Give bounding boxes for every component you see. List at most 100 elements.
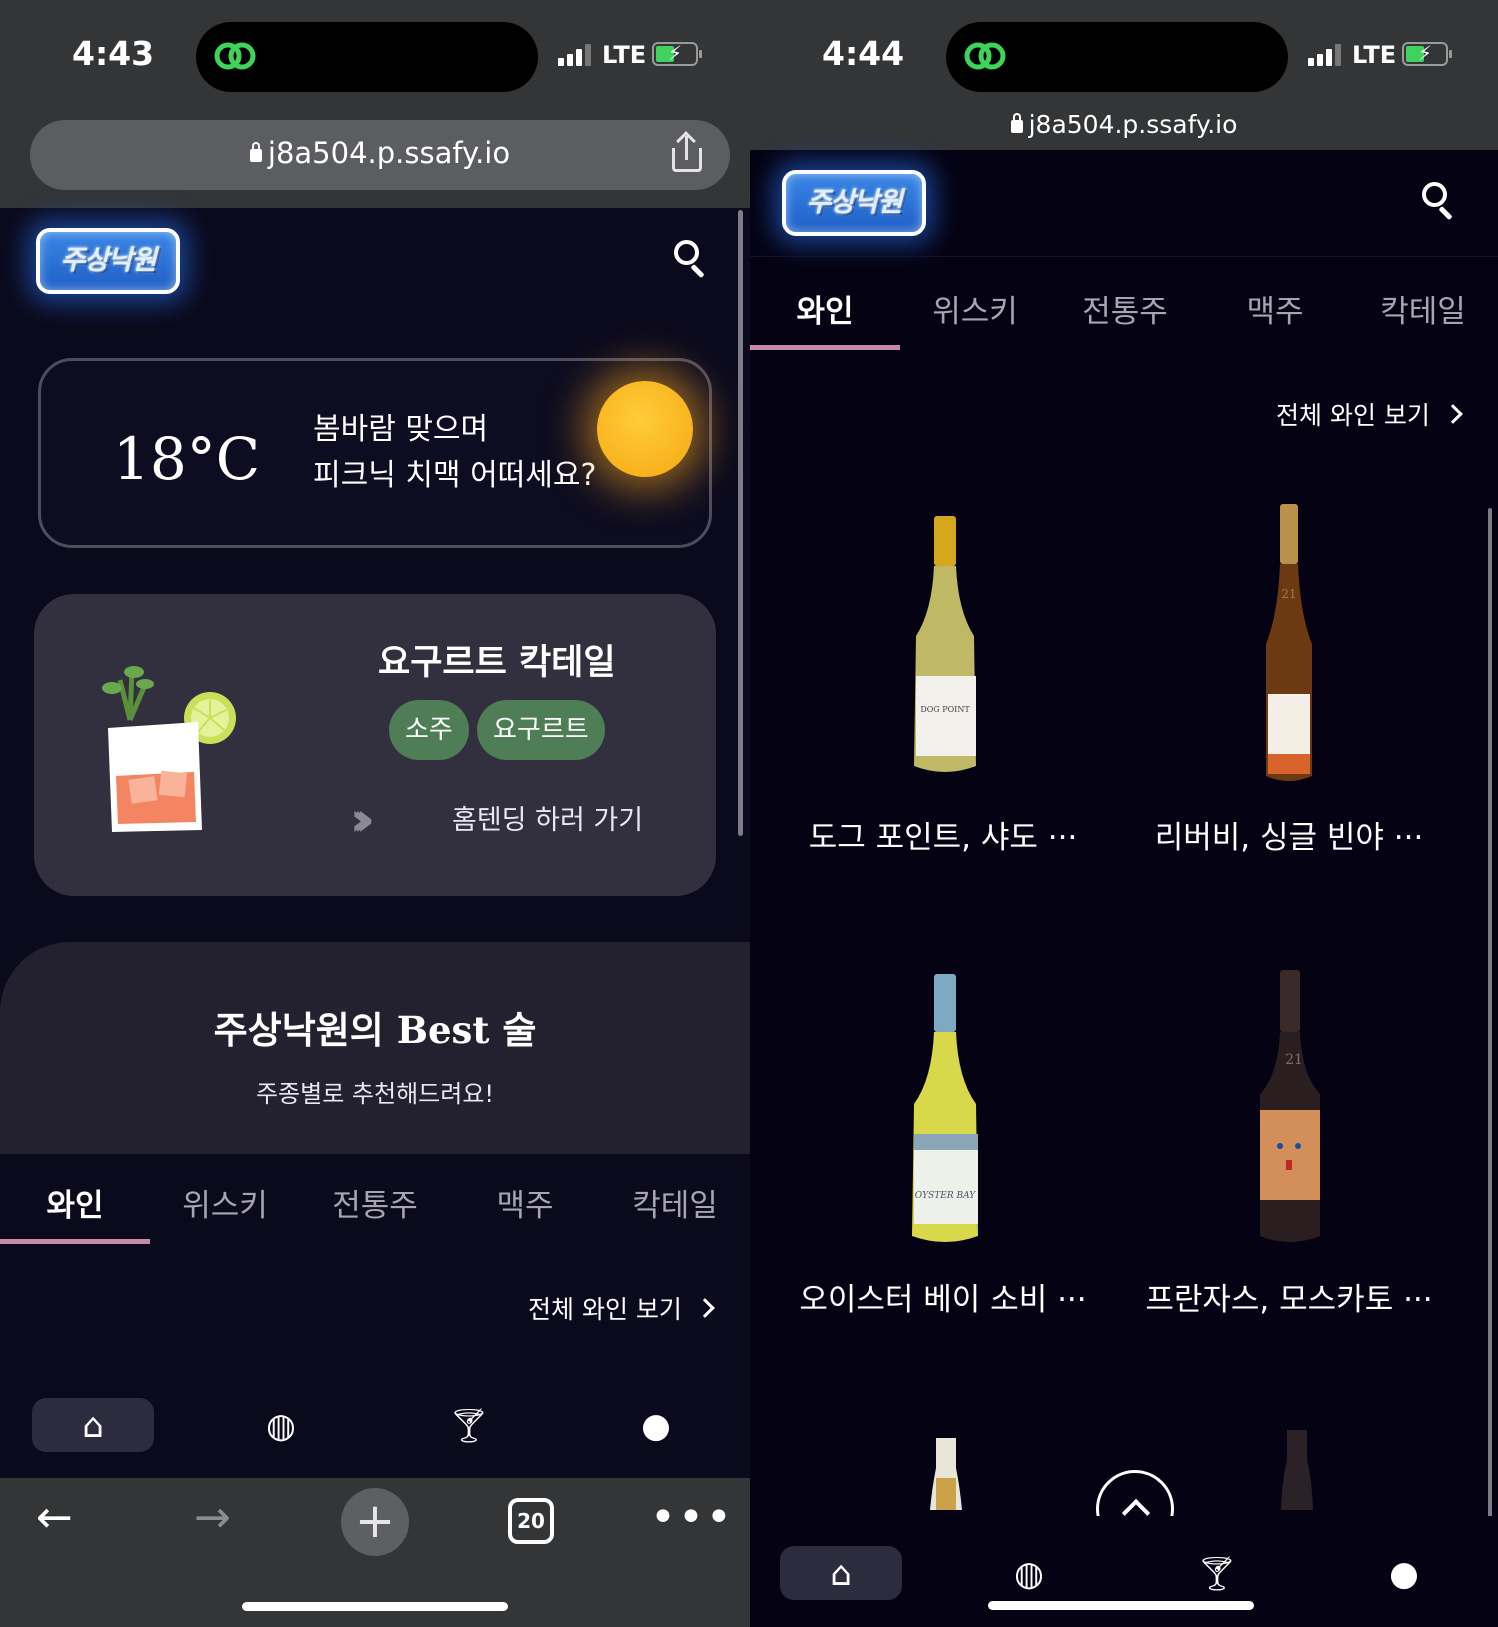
url-bar[interactable]: j8a504.p.ssafy.io <box>30 120 730 190</box>
product-card[interactable]: OYSTER BAY 오이스터 베이 소비 ··· <box>768 974 1118 1414</box>
tab-wine[interactable]: 와인 <box>750 258 900 350</box>
nav-profile[interactable]: ● <box>1343 1546 1465 1600</box>
battery-icon: ⚡ <box>1402 41 1452 66</box>
home-icon: ⌂ <box>830 1554 852 1594</box>
url-bar-compact[interactable]: j8a504.p.ssafy.io <box>750 110 1498 150</box>
best-title-prefix: 주상낙원의 <box>213 1009 397 1052</box>
signal-icon <box>558 44 594 66</box>
temperature: 18°C <box>113 425 261 493</box>
cocktail-card[interactable]: 요구르트 칵테일 소주 요구르트 ››› 홈텐딩 하러 가기 <box>34 594 716 896</box>
category-tabs: 와인 위스키 전통주 맥주 칵테일 <box>0 1152 750 1244</box>
dynamic-island <box>946 22 1288 92</box>
bottle-label: DOG POINT <box>920 705 970 714</box>
url-text: j8a504.p.ssafy.io <box>1028 110 1238 139</box>
see-all-label: 전체 와인 보기 <box>1276 401 1430 430</box>
search-icon[interactable] <box>674 240 710 279</box>
divider <box>750 256 1498 257</box>
see-all-wine-link[interactable]: 전체 와인 보기 <box>1276 396 1463 432</box>
chevron-right-icon <box>695 1298 715 1318</box>
nav-profile[interactable]: ● <box>595 1398 717 1452</box>
bottom-nav: ⌂ ◍ 🍸︎ ● <box>0 1398 750 1458</box>
nav-cocktail[interactable]: 🍸︎ <box>1156 1546 1278 1600</box>
tag-soju[interactable]: 소주 <box>389 700 469 760</box>
wine-bottle-image: OYSTER BAY <box>912 974 978 1242</box>
product-card[interactable]: 21 프란자스, 모스카토 ··· <box>1114 970 1464 1414</box>
best-title: 주상낙원의 Best 술 <box>0 1000 750 1054</box>
app-logo[interactable]: 주상낙원 <box>36 228 180 294</box>
globe-icon: ◍ <box>1014 1554 1044 1594</box>
sun-icon <box>597 381 693 477</box>
tabs-count-button[interactable]: 20 <box>508 1498 554 1544</box>
left-screen: 4:43 LTE ⚡ j8a504.p.ssafy.io 주상낙원 18°C 봄… <box>0 0 750 1627</box>
new-tab-button[interactable]: + <box>341 1488 409 1556</box>
nav-globe[interactable]: ◍ <box>968 1546 1090 1600</box>
more-icon[interactable]: ••• <box>650 1492 734 1543</box>
bottle-label: 21 <box>1285 1052 1303 1068</box>
forward-arrow-icon[interactable]: → <box>194 1492 231 1543</box>
best-section: 주상낙원의 Best 술 주종별로 추천해드려요! <box>0 942 750 1154</box>
weather-message: 봄바람 맞으며 피크닉 치맥 어떠세요? <box>313 407 596 499</box>
bottle-label: 21 <box>1281 587 1296 601</box>
status-bar: 4:44 LTE ⚡ <box>750 0 1498 110</box>
browser-toolbar: ← → + 20 ••• <box>0 1478 750 1627</box>
product-card[interactable]: 21 리버비, 싱글 빈야 ··· <box>1114 504 1464 952</box>
see-all-label: 전체 와인 보기 <box>528 1295 682 1324</box>
tab-cocktail[interactable]: 칵테일 <box>1348 258 1498 350</box>
cocktail-glass-icon: 🍸︎ <box>1195 1554 1239 1594</box>
search-icon[interactable] <box>1422 182 1458 221</box>
tab-traditional[interactable]: 전통주 <box>300 1152 450 1244</box>
product-name: 리버비, 싱글 빈야 ··· <box>1154 820 1424 856</box>
tab-wine[interactable]: 와인 <box>0 1152 150 1244</box>
tab-whisky[interactable]: 위스키 <box>150 1152 300 1244</box>
hometending-link[interactable]: 홈텐딩 하러 가기 <box>452 798 643 837</box>
wine-bottle-image: 21 <box>1266 504 1312 781</box>
product-name: 도그 포인트, 샤도 ··· <box>808 820 1078 856</box>
see-all-wine-link[interactable]: 전체 와인 보기 <box>528 1290 715 1326</box>
best-title-suffix: 술 <box>489 1009 537 1052</box>
product-name: 오이스터 베이 소비 ··· <box>799 1282 1087 1318</box>
home-indicator <box>242 1602 508 1611</box>
tab-beer[interactable]: 맥주 <box>1200 258 1350 350</box>
home-icon: ⌂ <box>82 1406 104 1446</box>
tab-traditional[interactable]: 전통주 <box>1050 258 1200 350</box>
wine-bottle-image <box>1281 1430 1313 1510</box>
chevron-right-icon <box>1443 404 1463 424</box>
share-icon[interactable] <box>672 131 702 172</box>
wine-bottle-image <box>930 1438 962 1510</box>
best-title-serif: Best <box>396 1008 490 1052</box>
nav-home[interactable]: ⌂ <box>32 1398 154 1452</box>
network-label: LTE <box>1352 41 1397 69</box>
wine-bottle-image: DOG POINT <box>914 516 976 772</box>
cocktail-illustration <box>102 666 236 832</box>
product-card[interactable]: DOG POINT 도그 포인트, 샤도 ··· <box>768 512 1118 952</box>
app-logo[interactable]: 주상낙원 <box>782 170 926 236</box>
tab-cocktail[interactable]: 칵테일 <box>600 1152 750 1244</box>
browser-url-area: j8a504.p.ssafy.io <box>0 110 750 208</box>
status-time: 4:44 <box>822 34 905 73</box>
url-text: j8a504.p.ssafy.io <box>267 136 511 170</box>
battery-icon: ⚡ <box>652 41 702 66</box>
weather-message-line1: 봄바람 맞으며 <box>313 412 489 447</box>
tab-beer[interactable]: 맥주 <box>450 1152 600 1244</box>
scrollbar[interactable] <box>1488 508 1492 1566</box>
lock-icon <box>249 141 262 162</box>
signal-icon <box>1308 44 1344 66</box>
tab-whisky[interactable]: 위스키 <box>900 258 1050 350</box>
profile-icon: ● <box>641 1406 671 1446</box>
status-bar: 4:43 LTE ⚡ <box>0 0 750 110</box>
category-tabs: 와인 위스키 전통주 맥주 칵테일 <box>750 258 1498 350</box>
dynamic-island <box>196 22 538 92</box>
nav-cocktail[interactable]: 🍸︎ <box>408 1398 530 1452</box>
scrollbar[interactable] <box>738 210 743 836</box>
bottle-label: OYSTER BAY <box>915 1191 976 1201</box>
wine-bottle-image: 21 <box>1260 970 1320 1242</box>
tag-yogurt[interactable]: 요구르트 <box>477 700 605 760</box>
globe-icon: ◍ <box>266 1406 296 1446</box>
nav-globe[interactable]: ◍ <box>220 1398 342 1452</box>
cocktail-title: 요구르트 칵테일 <box>378 643 616 683</box>
status-time: 4:43 <box>72 34 155 73</box>
nav-home[interactable]: ⌂ <box>780 1546 902 1600</box>
cocktail-glass-icon: 🍸︎ <box>447 1406 491 1446</box>
profile-icon: ● <box>1389 1554 1419 1594</box>
back-arrow-icon[interactable]: ← <box>36 1492 73 1543</box>
